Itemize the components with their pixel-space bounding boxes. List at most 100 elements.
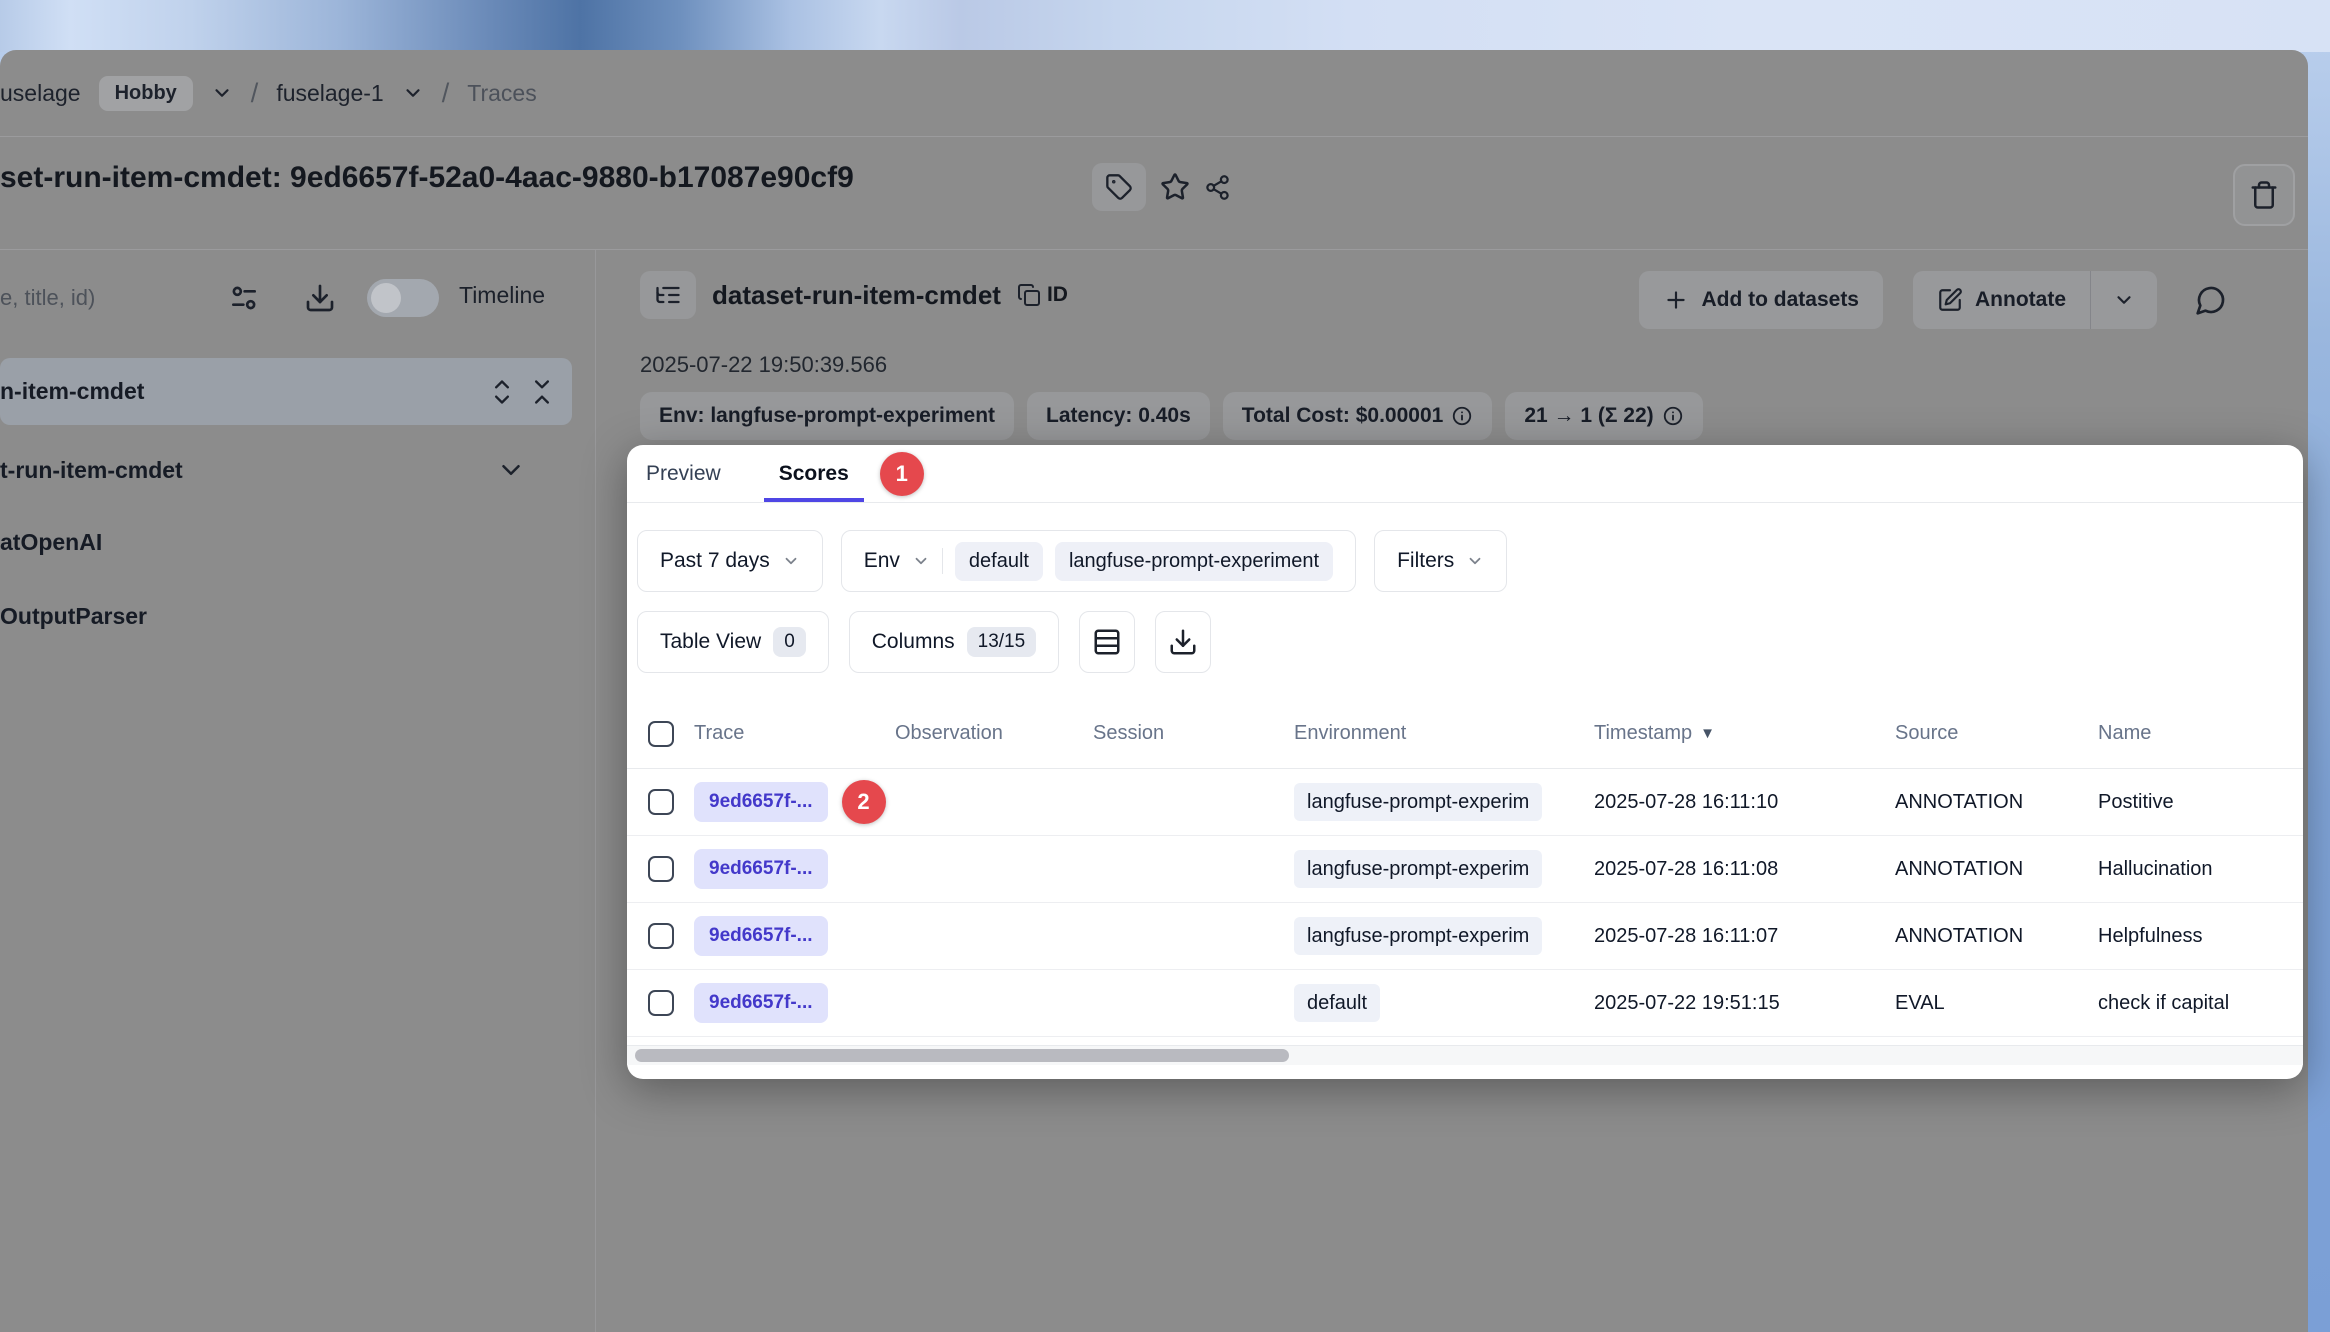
col-observation[interactable]: Observation <box>895 722 1093 745</box>
date-range-button[interactable]: Past 7 days <box>637 530 823 592</box>
project-name[interactable]: fuselage-1 <box>276 80 383 107</box>
total-cost-badge: Total Cost: $0.00001 <box>1223 392 1493 440</box>
list-tree-icon <box>654 281 682 309</box>
comments-button[interactable] <box>2187 276 2235 324</box>
tree-item-generation[interactable]: atOpenAI <box>0 512 102 572</box>
breadcrumb-separator: / <box>251 78 259 109</box>
org-chevron-down-icon[interactable] <box>211 82 233 104</box>
row-checkbox[interactable] <box>648 856 674 882</box>
cell-name: check if capital <box>2098 992 2303 1015</box>
columns-button[interactable]: Columns 13/15 <box>849 611 1059 673</box>
info-icon[interactable] <box>1662 405 1684 427</box>
row-height-button[interactable] <box>1079 611 1135 673</box>
cell-timestamp: 2025-07-28 16:11:10 <box>1594 791 1895 814</box>
share-icon[interactable] <box>1204 174 1231 201</box>
col-timestamp[interactable]: Timestamp ▼ <box>1594 722 1895 745</box>
comment-bubble-icon <box>2195 284 2227 316</box>
filters-button[interactable]: Filters <box>1374 530 1507 592</box>
tree-item-label: atOpenAI <box>0 529 102 556</box>
org-name[interactable]: uselage <box>0 80 81 107</box>
score-row[interactable]: 9ed6657f-... default 2025-07-22 19:51:15… <box>627 970 2303 1037</box>
cell-environment: langfuse-prompt-experim <box>1294 917 1542 955</box>
tree-item-root[interactable]: n-item-cmdet <box>0 358 572 425</box>
run-item-type-badge <box>640 271 696 319</box>
cell-environment: langfuse-prompt-experim <box>1294 850 1542 888</box>
row-checkbox[interactable] <box>648 990 674 1016</box>
env-value-chip: default <box>955 542 1043 581</box>
cell-source: ANNOTATION <box>1895 791 2098 814</box>
tab-scores[interactable]: Scores <box>764 445 864 502</box>
title-bar: set-run-item-cmdet: 9ed6657f-52a0-4aac-9… <box>0 137 2308 250</box>
search-hint[interactable]: e, title, id) <box>0 285 95 311</box>
trace-id-link[interactable]: 9ed6657f-... <box>694 983 828 1023</box>
info-icon[interactable] <box>1451 405 1473 427</box>
filters-row: Past 7 days Env default langfuse-prompt-… <box>637 530 1507 592</box>
plus-icon <box>1663 287 1689 313</box>
export-button[interactable] <box>1155 611 1211 673</box>
score-row[interactable]: 9ed6657f-... langfuse-prompt-experim 202… <box>627 903 2303 970</box>
token-usage-badge: 21 → 1 (Σ 22) <box>1505 392 1702 440</box>
columns-count: 13/15 <box>967 627 1037 657</box>
cell-name: Helpfulness <box>2098 925 2303 948</box>
run-item-name: dataset-run-item-cmdet <box>712 280 1001 311</box>
collapse-all-icon[interactable] <box>528 378 556 406</box>
latency-badge: Latency: 0.40s <box>1027 392 1210 440</box>
chevron-down-icon <box>912 552 930 570</box>
annotate-button[interactable]: Annotate <box>1913 271 2090 329</box>
trace-id-link[interactable]: 9ed6657f-... <box>694 916 828 956</box>
trace-id-link[interactable]: 9ed6657f-... <box>694 782 828 822</box>
copy-id-button[interactable]: ID <box>1017 283 1068 307</box>
tree-controls: e, title, id) Timeline <box>0 270 579 326</box>
trace-id-link[interactable]: 9ed6657f-... <box>694 849 828 889</box>
annotate-pen-icon <box>1937 287 1963 313</box>
env-filter-button[interactable]: Env default langfuse-prompt-experiment <box>841 530 1356 592</box>
plan-badge: Hobby <box>99 76 193 111</box>
cell-source: ANNOTATION <box>1895 925 2098 948</box>
table-view-count: 0 <box>773 627 806 657</box>
timeline-label: Timeline <box>459 282 545 309</box>
tree-item-label: OutputParser <box>0 603 147 630</box>
settings-sliders-icon[interactable] <box>228 282 260 314</box>
tabs: Preview Scores 1 <box>627 445 2303 503</box>
timeline-toggle[interactable] <box>367 279 439 317</box>
section-traces[interactable]: Traces <box>467 80 536 107</box>
col-name[interactable]: Name <box>2098 722 2303 745</box>
tag-button[interactable] <box>1092 163 1146 211</box>
row-checkbox[interactable] <box>648 789 674 815</box>
metadata-badges: Env: langfuse-prompt-experiment Latency:… <box>640 392 1703 440</box>
score-row[interactable]: 9ed6657f-... 2 langfuse-prompt-experim 2… <box>627 769 2303 836</box>
score-row[interactable]: 9ed6657f-... langfuse-prompt-experim 202… <box>627 836 2303 903</box>
breadcrumb: uselage Hobby / fuselage-1 / Traces <box>0 50 2308 137</box>
breadcrumb-separator: / <box>442 78 450 109</box>
select-all-checkbox[interactable] <box>648 721 674 747</box>
annotate-dropdown-button[interactable] <box>2090 271 2157 329</box>
env-badge: Env: langfuse-prompt-experiment <box>640 392 1014 440</box>
chevron-down-icon <box>782 552 800 570</box>
tab-preview[interactable]: Preview <box>631 445 736 502</box>
star-icon[interactable] <box>1160 172 1190 202</box>
col-source[interactable]: Source <box>1895 722 2098 745</box>
chevron-down-icon[interactable] <box>496 455 526 485</box>
page-title: set-run-item-cmdet: 9ed6657f-52a0-4aac-9… <box>0 161 854 195</box>
col-session[interactable]: Session <box>1093 722 1294 745</box>
tree-item-parser[interactable]: OutputParser <box>0 586 147 646</box>
col-environment[interactable]: Environment <box>1294 722 1594 745</box>
add-to-datasets-button[interactable]: Add to datasets <box>1639 271 1883 329</box>
annotate-split-button: Annotate <box>1913 271 2157 329</box>
tree-item-span[interactable]: t-run-item-cmdet <box>0 440 572 500</box>
cell-source: EVAL <box>1895 992 2098 1015</box>
cell-timestamp: 2025-07-28 16:11:08 <box>1594 858 1895 881</box>
download-icon[interactable] <box>304 282 336 314</box>
delete-button[interactable] <box>2233 164 2295 226</box>
scrollbar-thumb[interactable] <box>635 1049 1289 1062</box>
tree-item-label: n-item-cmdet <box>0 378 144 405</box>
add-to-datasets-label: Add to datasets <box>1701 288 1859 312</box>
expand-all-icon[interactable] <box>488 378 516 406</box>
scores-peek-card: Preview Scores 1 Past 7 days Env default… <box>627 445 2303 1079</box>
col-trace[interactable]: Trace <box>694 722 895 745</box>
project-chevron-down-icon[interactable] <box>402 82 424 104</box>
row-checkbox[interactable] <box>648 923 674 949</box>
divider <box>942 548 943 574</box>
table-view-button[interactable]: Table View 0 <box>637 611 829 673</box>
trash-icon <box>2249 180 2279 210</box>
